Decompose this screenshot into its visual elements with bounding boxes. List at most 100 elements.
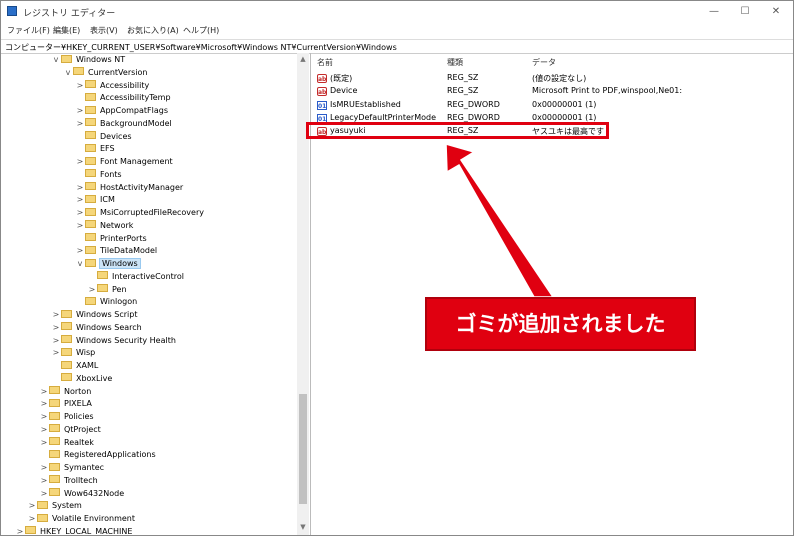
chevron-right-icon[interactable]: > bbox=[75, 245, 85, 257]
tree-item[interactable]: EFS bbox=[75, 143, 115, 155]
chevron-down-icon[interactable]: v bbox=[75, 258, 85, 270]
tree-item[interactable]: PrinterPorts bbox=[75, 233, 147, 245]
chevron-right-icon[interactable]: > bbox=[39, 475, 49, 487]
tree-item-label: AccessibilityTemp bbox=[100, 93, 171, 103]
tree-item[interactable]: > BackgroundModel bbox=[75, 118, 172, 130]
column-type-header[interactable]: 種類 bbox=[447, 57, 463, 68]
tree-item[interactable]: > Wow6432Node bbox=[39, 488, 124, 500]
chevron-right-icon[interactable]: > bbox=[75, 194, 85, 206]
chevron-right-icon[interactable]: > bbox=[75, 207, 85, 219]
chevron-right-icon[interactable]: > bbox=[39, 462, 49, 474]
tree-item[interactable]: > Trolltech bbox=[39, 475, 98, 487]
tree-item[interactable]: > Windows Script bbox=[51, 309, 137, 321]
key-tree-pane[interactable]: v Windows NT v CurrentVersion > Accessibility… bbox=[1, 53, 311, 535]
tree-item[interactable]: > TileDataModel bbox=[75, 245, 157, 257]
tree-item[interactable]: > Windows Search bbox=[51, 322, 142, 334]
menu-favorites[interactable]: お気に入り(A) bbox=[127, 25, 179, 36]
tree-item[interactable]: > Accessibility bbox=[75, 80, 149, 92]
tree-item[interactable]: > PIXELA bbox=[39, 398, 92, 410]
maximize-button[interactable]: ☐ bbox=[738, 5, 752, 19]
chevron-right-icon[interactable]: > bbox=[75, 182, 85, 194]
chevron-down-icon[interactable]: v bbox=[63, 67, 73, 79]
menu-help[interactable]: ヘルプ(H) bbox=[183, 25, 219, 36]
chevron-right-icon[interactable]: > bbox=[75, 220, 85, 232]
chevron-right-icon[interactable]: > bbox=[75, 80, 85, 92]
tree-item[interactable]: > Symantec bbox=[39, 462, 104, 474]
menu-file[interactable]: ファイル(F) bbox=[7, 25, 50, 36]
chevron-right-icon[interactable]: > bbox=[75, 156, 85, 168]
scroll-up-icon[interactable]: ▲ bbox=[297, 55, 309, 63]
chevron-right-icon[interactable]: > bbox=[39, 424, 49, 436]
folder-icon bbox=[97, 284, 108, 292]
tree-item[interactable]: > Windows Security Health bbox=[51, 335, 176, 347]
chevron-right-icon[interactable]: > bbox=[39, 411, 49, 423]
value-row[interactable]: 01 IsMRUEstablished REG_DWORD 0x00000001 (1… bbox=[312, 99, 792, 112]
chevron-right-icon[interactable]: > bbox=[15, 526, 25, 535]
tree-item[interactable]: Winlogon bbox=[75, 296, 137, 308]
tree-item[interactable]: > Network bbox=[75, 220, 133, 232]
value-row[interactable]: ab Device REG_SZ Microsoft Print to PDF,win… bbox=[312, 85, 792, 98]
tree-item[interactable]: v CurrentVersion bbox=[63, 67, 147, 79]
tree-item-label: QtProject bbox=[64, 424, 101, 434]
tree-item[interactable]: > Policies bbox=[39, 411, 94, 423]
tree-item[interactable]: v Windows bbox=[75, 258, 141, 270]
menu-edit[interactable]: 編集(E) bbox=[53, 25, 80, 36]
tree-item[interactable]: InteractiveControl bbox=[87, 271, 184, 283]
tree-item[interactable]: RegisteredApplications bbox=[39, 449, 156, 461]
tree-item[interactable]: > HKEY_LOCAL_MACHINE bbox=[15, 526, 132, 535]
folder-icon bbox=[85, 220, 96, 229]
tree-item-label: Wow6432Node bbox=[64, 488, 125, 498]
chevron-right-icon[interactable]: > bbox=[75, 118, 85, 130]
tree-item[interactable]: > Pen bbox=[87, 284, 127, 296]
minimize-button[interactable]: — bbox=[707, 5, 721, 19]
folder-icon bbox=[49, 449, 60, 458]
chevron-right-icon[interactable]: > bbox=[87, 284, 97, 296]
scroll-thumb[interactable] bbox=[299, 394, 307, 504]
chevron-right-icon[interactable]: > bbox=[39, 488, 49, 500]
scroll-down-icon[interactable]: ▼ bbox=[297, 523, 309, 531]
tree-item[interactable]: > Norton bbox=[39, 386, 91, 398]
tree-item[interactable]: > Volatile Environment bbox=[27, 513, 135, 525]
chevron-right-icon[interactable]: > bbox=[51, 347, 61, 359]
tree-item[interactable]: > System bbox=[27, 500, 82, 512]
chevron-right-icon[interactable]: > bbox=[51, 322, 61, 334]
chevron-right-icon[interactable]: > bbox=[39, 386, 49, 398]
value-name: IsMRUEstablished bbox=[330, 99, 401, 109]
tree-item[interactable]: > Realtek bbox=[39, 437, 94, 449]
chevron-down-icon[interactable]: v bbox=[51, 54, 61, 66]
column-name-header[interactable]: 名前 bbox=[317, 57, 333, 68]
tree-item[interactable]: > Wisp bbox=[51, 347, 95, 359]
tree-item[interactable]: v Windows NT bbox=[51, 54, 125, 66]
tree-item-label: Fonts bbox=[100, 169, 122, 179]
chevron-right-icon[interactable]: > bbox=[39, 398, 49, 410]
folder-icon bbox=[49, 462, 60, 471]
tree-item[interactable]: Fonts bbox=[75, 169, 122, 181]
tree-item[interactable]: > QtProject bbox=[39, 424, 101, 436]
tree-item[interactable]: > AppCompatFlags bbox=[75, 105, 168, 117]
tree-item[interactable]: XboxLive bbox=[51, 373, 112, 385]
chevron-right-icon[interactable]: > bbox=[27, 500, 37, 512]
tree-item[interactable]: AccessibilityTemp bbox=[75, 92, 171, 104]
address-path[interactable]: コンピューター¥HKEY_CURRENT_USER¥Software¥Micro… bbox=[5, 42, 397, 53]
chevron-right-icon[interactable]: > bbox=[51, 335, 61, 347]
chevron-right-icon[interactable]: > bbox=[51, 309, 61, 321]
tree-item[interactable]: > MsiCorruptedFileRecovery bbox=[75, 207, 204, 219]
folder-icon bbox=[61, 322, 72, 331]
tree-item[interactable]: > ICM bbox=[75, 194, 115, 206]
tree-item-label: RegisteredApplications bbox=[64, 450, 156, 460]
tree-item[interactable]: XAML bbox=[51, 360, 98, 372]
menu-view[interactable]: 表示(V) bbox=[90, 25, 118, 36]
value-data: Microsoft Print to PDF,winspool,Ne01: bbox=[532, 86, 683, 96]
chevron-right-icon[interactable]: > bbox=[27, 513, 37, 525]
column-data-header[interactable]: データ bbox=[532, 57, 556, 68]
chevron-right-icon[interactable]: > bbox=[75, 105, 85, 117]
value-row[interactable]: ab (既定) REG_SZ (値の設定なし) bbox=[312, 72, 792, 85]
tree-item[interactable]: > Font Management bbox=[75, 156, 173, 168]
tree-item-label: Windows bbox=[99, 258, 141, 269]
address-bar[interactable]: コンピューター¥HKEY_CURRENT_USER¥Software¥Micro… bbox=[1, 39, 793, 54]
tree-item-label: Realtek bbox=[64, 437, 94, 447]
tree-item[interactable]: Devices bbox=[75, 131, 132, 143]
chevron-right-icon[interactable]: > bbox=[39, 437, 49, 449]
tree-item[interactable]: > HostActivityManager bbox=[75, 182, 183, 194]
close-button[interactable]: ✕ bbox=[769, 5, 783, 19]
